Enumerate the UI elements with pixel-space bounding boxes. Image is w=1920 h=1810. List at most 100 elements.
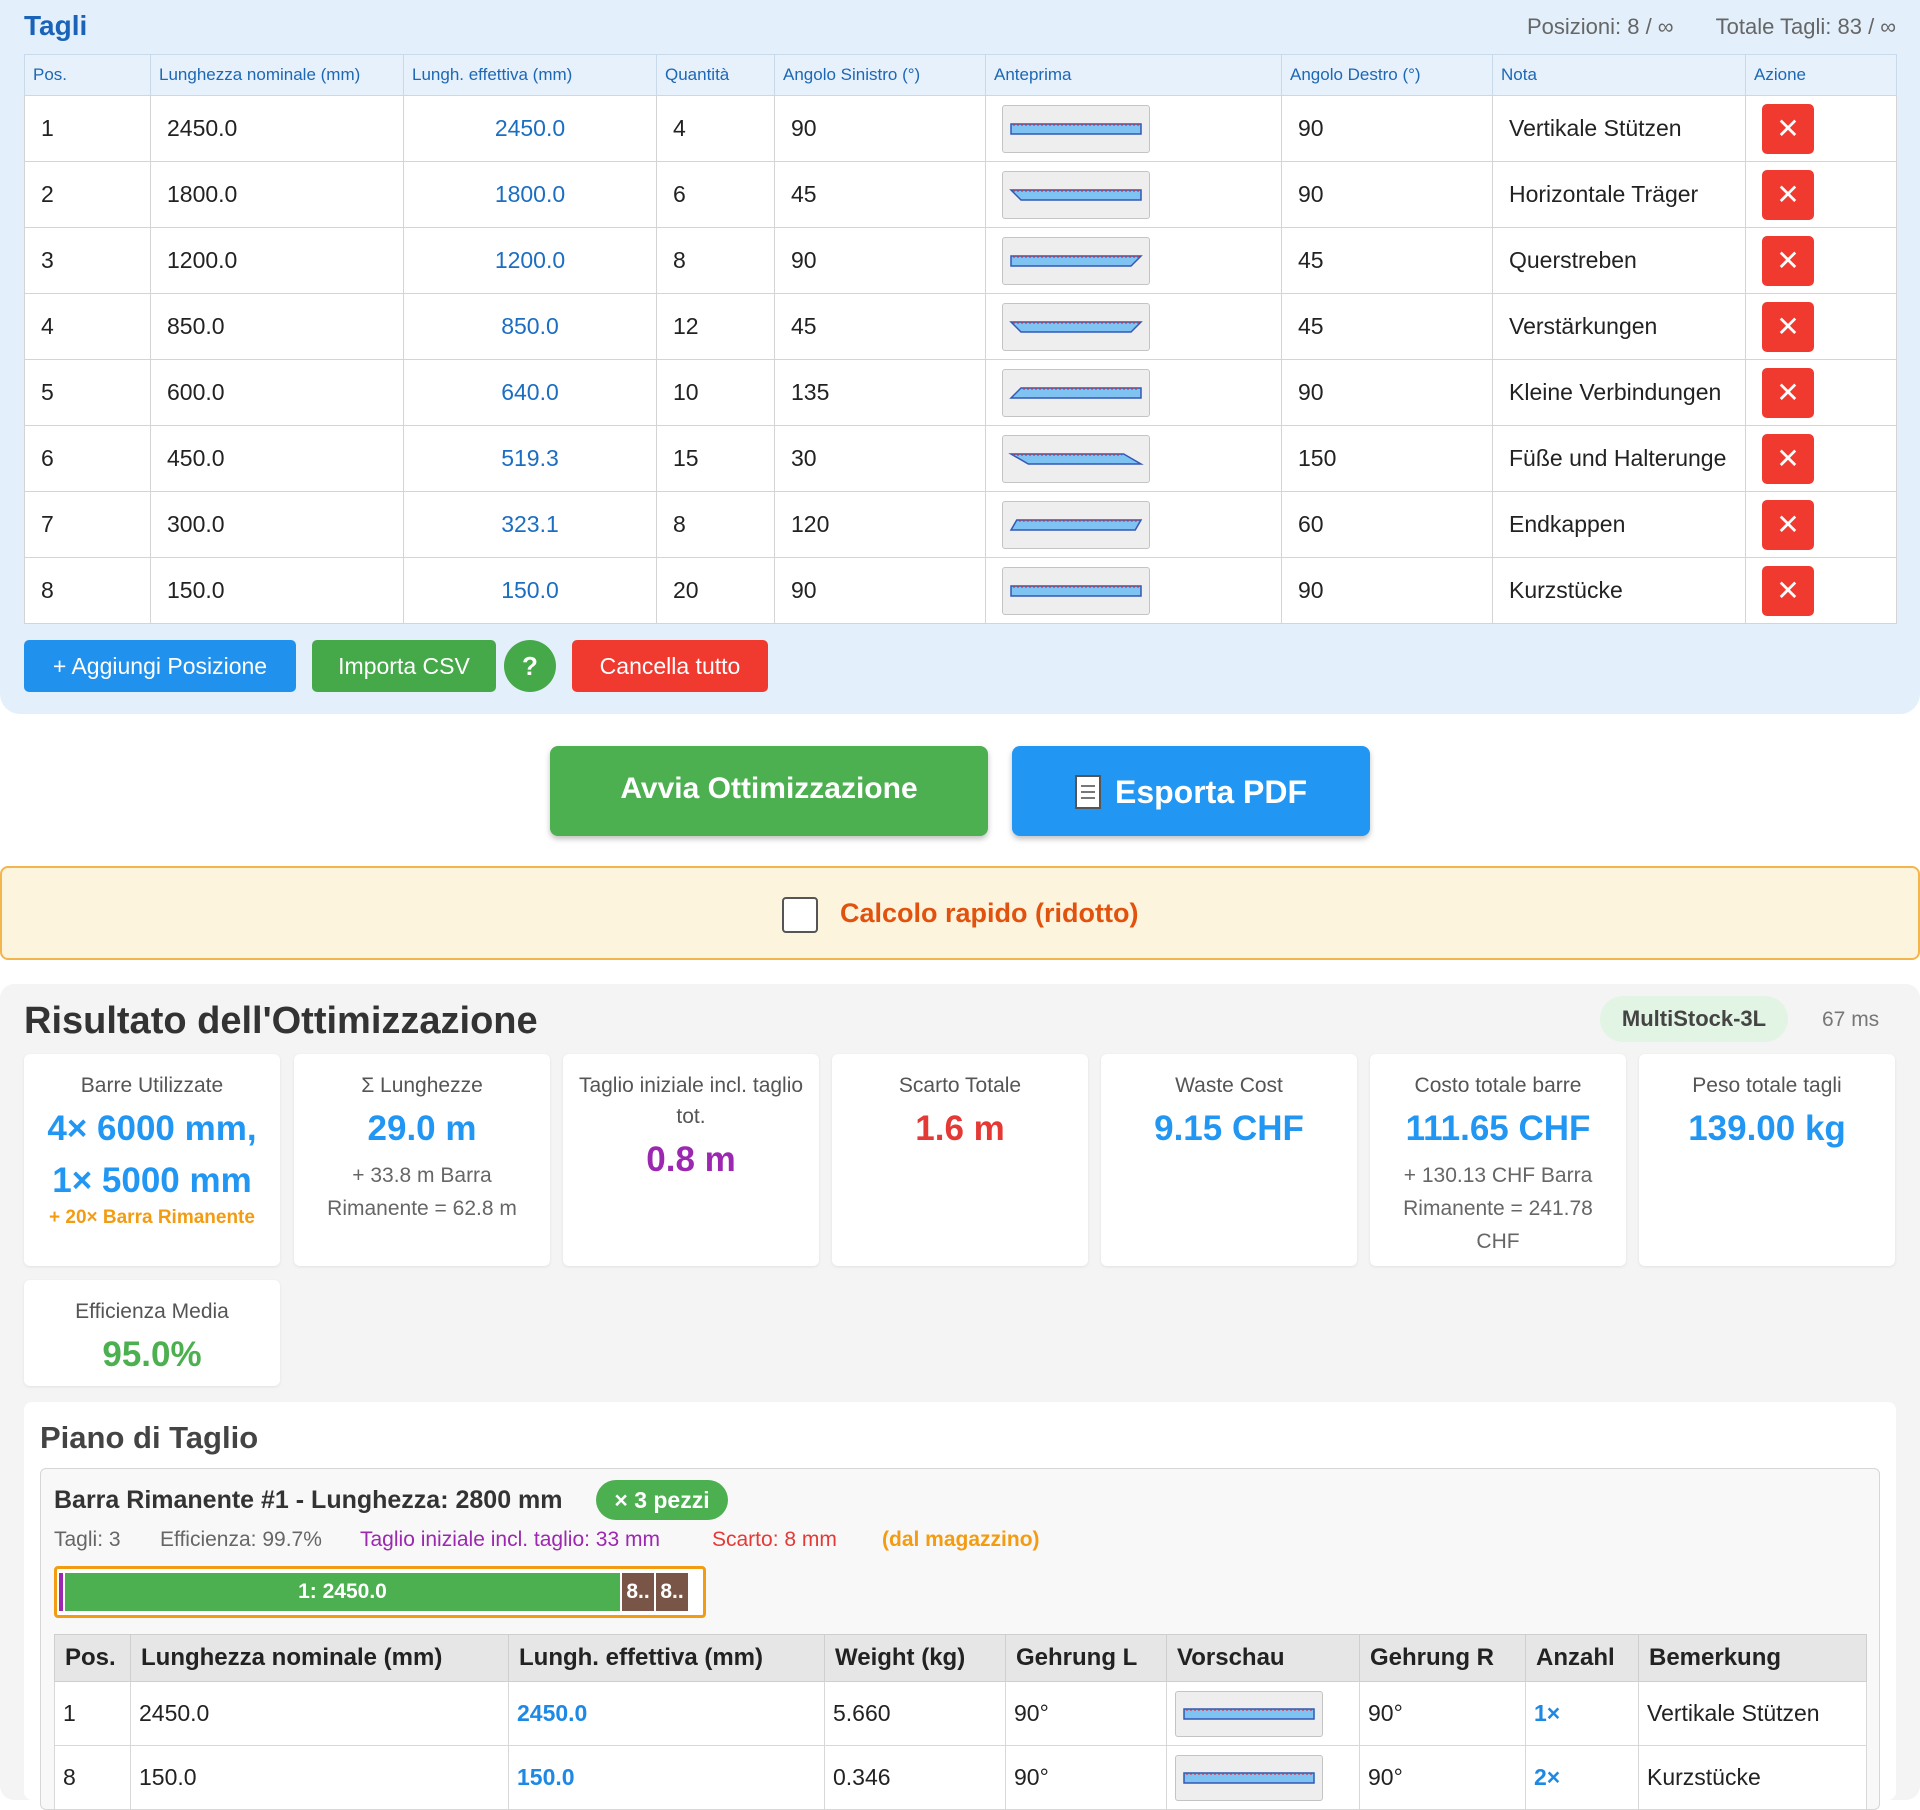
cut-angle-left[interactable]: 45 bbox=[774, 161, 986, 228]
cuts-panel-title: Tagli bbox=[24, 10, 88, 41]
cut-preview-cell bbox=[985, 161, 1282, 228]
export-pdf-button[interactable]: Esporta PDF bbox=[1012, 746, 1370, 836]
cut-nominal-length[interactable]: 300.0 bbox=[150, 491, 404, 558]
delete-row-button[interactable]: ✕ bbox=[1762, 103, 1814, 154]
cuts-panel-stats: Posizioni: 8 / ∞ Totale Tagli: 83 / ∞ bbox=[1491, 14, 1896, 40]
quick-calc-checkbox[interactable] bbox=[782, 897, 818, 933]
col-miter-left: Gehrung L bbox=[1005, 1634, 1167, 1682]
cut-angle-left[interactable]: 90 bbox=[774, 227, 986, 294]
card-sum-lengths: Σ Lunghezze 29.0 m + 33.8 m Barra Rimane… bbox=[294, 1054, 550, 1266]
cut-preview-cell bbox=[985, 227, 1282, 294]
plan-effective: 2450.0 bbox=[508, 1681, 825, 1746]
card-label: Scarto Totale bbox=[898, 1074, 1022, 1097]
close-icon: ✕ bbox=[1776, 442, 1800, 474]
cut-quantity[interactable]: 6 bbox=[656, 161, 775, 228]
delete-row-button[interactable]: ✕ bbox=[1762, 367, 1814, 418]
cut-row: 5 600.0 640.0 10 135 90 Kleine Verbindungen ✕ bbox=[24, 359, 1897, 426]
quick-calc-box: Calcolo rapido (ridotto) bbox=[0, 866, 1920, 960]
cut-row: 4 850.0 850.0 12 45 45 Verstärkungen ✕ bbox=[24, 293, 1897, 360]
cut-preview-cell bbox=[985, 95, 1282, 162]
col-preview: Anteprima bbox=[985, 54, 1282, 96]
cut-note[interactable]: Endkappen bbox=[1492, 491, 1746, 558]
card-label: Waste Cost bbox=[1175, 1074, 1283, 1097]
delete-row-button[interactable]: ✕ bbox=[1762, 235, 1814, 286]
cut-angle-right[interactable]: 90 bbox=[1281, 95, 1493, 162]
col-weight: Weight (kg) bbox=[824, 1634, 1006, 1682]
cut-nominal-length[interactable]: 1200.0 bbox=[150, 227, 404, 294]
add-position-button[interactable]: + Aggiungi Posizione bbox=[24, 640, 296, 692]
close-icon: ✕ bbox=[1776, 244, 1800, 276]
cut-angle-left[interactable]: 45 bbox=[774, 293, 986, 360]
card-value: 4× 6000 mm, bbox=[47, 1109, 257, 1148]
cut-nominal-length[interactable]: 150.0 bbox=[150, 557, 404, 624]
cut-angle-right[interactable]: 60 bbox=[1281, 491, 1493, 558]
cut-note[interactable]: Vertikale Stützen bbox=[1492, 95, 1746, 162]
plan-nominal: 2450.0 bbox=[130, 1681, 509, 1746]
cut-preview bbox=[1002, 566, 1150, 615]
cuts-table: Pos. Lunghezza nominale (mm) Lungh. effe… bbox=[24, 54, 1897, 624]
delete-row-button[interactable]: ✕ bbox=[1762, 565, 1814, 616]
card-bars-used: Barre Utilizzate 4× 6000 mm, 1× 5000 mm … bbox=[24, 1054, 280, 1266]
delete-row-button[interactable]: ✕ bbox=[1762, 169, 1814, 220]
cut-angle-left[interactable]: 90 bbox=[774, 95, 986, 162]
cut-note[interactable]: Verstärkungen bbox=[1492, 293, 1746, 360]
cut-angle-left[interactable]: 120 bbox=[774, 491, 986, 558]
cut-note[interactable]: Horizontale Träger bbox=[1492, 161, 1746, 228]
cut-preview-cell bbox=[985, 359, 1282, 426]
col-nominal: Lunghezza nominale (mm) bbox=[130, 1634, 509, 1682]
cut-preview bbox=[1002, 104, 1150, 153]
profile-shape bbox=[1009, 188, 1142, 201]
cut-quantity[interactable]: 15 bbox=[656, 425, 775, 492]
cut-effective-length: 1800.0 bbox=[403, 161, 657, 228]
cut-note[interactable]: Füße und Halterunge bbox=[1492, 425, 1746, 492]
cut-quantity[interactable]: 4 bbox=[656, 95, 775, 162]
cut-effective-length: 640.0 bbox=[403, 359, 657, 426]
run-optimization-button[interactable]: Avvia Ottimizzazione bbox=[550, 746, 988, 836]
card-total-cost: Costo totale barre 111.65 CHF + 130.13 C… bbox=[1370, 1054, 1626, 1266]
cut-angle-right[interactable]: 45 bbox=[1281, 227, 1493, 294]
cut-angle-right[interactable]: 90 bbox=[1281, 161, 1493, 228]
col-remark: Bemerkung bbox=[1638, 1634, 1867, 1682]
cut-angle-right[interactable]: 45 bbox=[1281, 293, 1493, 360]
help-button[interactable]: ? bbox=[504, 640, 556, 692]
cut-nominal-length[interactable]: 1800.0 bbox=[150, 161, 404, 228]
cut-quantity[interactable]: 8 bbox=[656, 491, 775, 558]
close-icon: ✕ bbox=[1776, 112, 1800, 144]
cut-quantity[interactable]: 10 bbox=[656, 359, 775, 426]
clear-all-button[interactable]: Cancella tutto bbox=[572, 640, 768, 692]
col-preview: Vorschau bbox=[1166, 1634, 1360, 1682]
cut-note[interactable]: Querstreben bbox=[1492, 227, 1746, 294]
col-nominal: Lunghezza nominale (mm) bbox=[150, 54, 404, 96]
cut-action-cell: ✕ bbox=[1745, 293, 1897, 360]
delete-row-button[interactable]: ✕ bbox=[1762, 301, 1814, 352]
cut-angle-right[interactable]: 90 bbox=[1281, 359, 1493, 426]
card-sub: + 33.8 m Barra Rimanente = 62.8 m bbox=[327, 1164, 517, 1220]
cut-nominal-length[interactable]: 450.0 bbox=[150, 425, 404, 492]
cut-quantity[interactable]: 12 bbox=[656, 293, 775, 360]
cut-quantity[interactable]: 20 bbox=[656, 557, 775, 624]
cut-action-cell: ✕ bbox=[1745, 557, 1897, 624]
cut-angle-right[interactable]: 150 bbox=[1281, 425, 1493, 492]
cut-quantity[interactable]: 8 bbox=[656, 227, 775, 294]
cut-angle-left[interactable]: 135 bbox=[774, 359, 986, 426]
quick-calc-label[interactable]: Calcolo rapido (ridotto) bbox=[840, 898, 1138, 929]
cut-angle-right[interactable]: 90 bbox=[1281, 557, 1493, 624]
export-pdf-label: Esporta PDF bbox=[1114, 774, 1308, 810]
delete-row-button[interactable]: ✕ bbox=[1762, 433, 1814, 484]
import-csv-button[interactable]: Importa CSV bbox=[312, 640, 496, 692]
plan-row: 1 2450.0 2450.0 5.660 90° 90° 1× Vertikale Stüt… bbox=[54, 1681, 1867, 1746]
plan-pos: 1 bbox=[54, 1681, 131, 1746]
cut-nominal-length[interactable]: 2450.0 bbox=[150, 95, 404, 162]
cut-note[interactable]: Kurzstücke bbox=[1492, 557, 1746, 624]
cut-note[interactable]: Kleine Verbindungen bbox=[1492, 359, 1746, 426]
compute-time: 67 ms bbox=[1822, 1008, 1880, 1031]
cut-nominal-length[interactable]: 600.0 bbox=[150, 359, 404, 426]
bar-visualization: 1: 2450.0 8.. 8.. bbox=[54, 1566, 706, 1618]
cut-nominal-length[interactable]: 850.0 bbox=[150, 293, 404, 360]
cut-angle-left[interactable]: 30 bbox=[774, 425, 986, 492]
delete-row-button[interactable]: ✕ bbox=[1762, 499, 1814, 550]
plan-count: 1× bbox=[1525, 1681, 1639, 1746]
cut-row: 2 1800.0 1800.0 6 45 90 Horizontale Träger ✕ bbox=[24, 161, 1897, 228]
col-note: Nota bbox=[1492, 54, 1746, 96]
cut-angle-left[interactable]: 90 bbox=[774, 557, 986, 624]
